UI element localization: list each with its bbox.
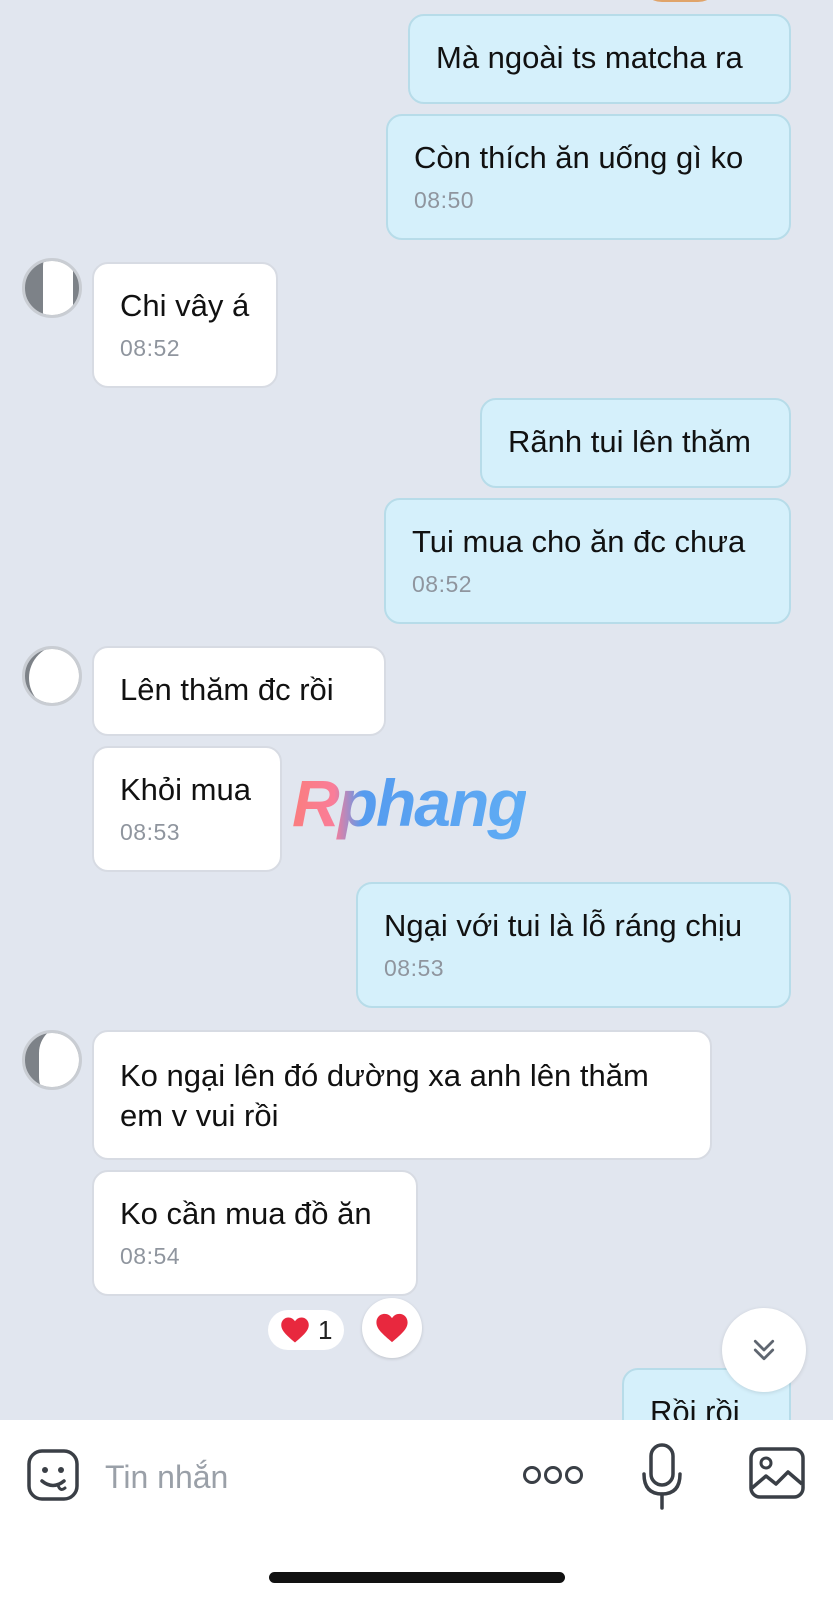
react-button[interactable] (362, 1298, 422, 1358)
message-time: 08:52 (412, 571, 473, 597)
contact-avatar[interactable] (22, 258, 82, 318)
message-text: Chi vây á (120, 288, 250, 323)
message-bubble-outgoing[interactable]: Ngại với tui là lỗ ráng chịu 08:53 (356, 882, 791, 1008)
heart-icon (281, 1317, 309, 1343)
microphone-icon (642, 1443, 682, 1510)
image-icon (749, 1447, 805, 1499)
voice-message-button[interactable] (640, 1442, 684, 1512)
message-composer (0, 1420, 833, 1600)
message-bubble-outgoing[interactable]: Mà ngoài ts matcha ra (408, 14, 791, 104)
contact-avatar[interactable] (22, 1030, 82, 1090)
partial-sticker (640, 0, 720, 2)
watermark-logo: Rphang (292, 766, 528, 840)
more-dots-icon (523, 1466, 583, 1484)
more-options-button[interactable] (522, 1460, 584, 1490)
double-chevron-down-icon (753, 1339, 775, 1361)
message-text: Tui mua cho ăn đc chưa (412, 524, 746, 559)
message-bubble-outgoing[interactable]: Tui mua cho ăn đc chưa 08:52 (384, 498, 791, 624)
home-indicator (269, 1572, 565, 1583)
message-input[interactable] (105, 1450, 495, 1504)
message-bubble-incoming[interactable]: Chi vây á 08:52 (92, 262, 278, 388)
message-time: 08:50 (414, 187, 475, 213)
reaction-summary[interactable]: 1 (268, 1310, 345, 1350)
message-time: 08:53 (120, 819, 181, 845)
scroll-to-bottom-button[interactable] (722, 1308, 806, 1392)
message-text: Ko cần mua đồ ăn (120, 1196, 372, 1231)
message-time: 08:54 (120, 1243, 181, 1269)
message-text: Còn thích ăn uống gì ko (414, 140, 744, 175)
smiley-icon (27, 1449, 79, 1501)
message-bubble-incoming[interactable]: Khỏi mua 08:53 (92, 746, 282, 872)
message-text: Ko ngại lên đó dường xa anh lên thăm em … (120, 1058, 649, 1133)
gallery-button[interactable] (748, 1446, 806, 1500)
message-bubble-incoming[interactable]: Lên thăm đc rồi (92, 646, 386, 736)
message-text: Khỏi mua (120, 772, 251, 807)
message-bubble-outgoing[interactable]: Còn thích ăn uống gì ko 08:50 (386, 114, 791, 240)
heart-icon (376, 1313, 408, 1343)
message-bubble-outgoing[interactable]: Rãnh tui lên thăm (480, 398, 791, 488)
message-text: Lên thăm đc rồi (120, 672, 334, 707)
message-text: Rãnh tui lên thăm (508, 424, 751, 459)
message-text: Ngại với tui là lỗ ráng chịu (384, 908, 743, 943)
chat-thread[interactable]: Mà ngoài ts matcha ra Còn thích ăn uống … (0, 0, 833, 1420)
message-bubble-incoming[interactable]: Ko ngại lên đó dường xa anh lên thăm em … (92, 1030, 712, 1160)
sticker-button[interactable] (26, 1448, 80, 1502)
message-time: 08:52 (120, 335, 181, 361)
contact-avatar[interactable] (22, 646, 82, 706)
message-text: Mà ngoài ts matcha ra (436, 40, 743, 75)
message-time: 08:53 (384, 955, 445, 981)
reaction-count: 1 (318, 1314, 333, 1345)
message-text: Rồi rồi (650, 1394, 740, 1420)
message-bubble-incoming[interactable]: Ko cần mua đồ ăn 08:54 (92, 1170, 418, 1296)
